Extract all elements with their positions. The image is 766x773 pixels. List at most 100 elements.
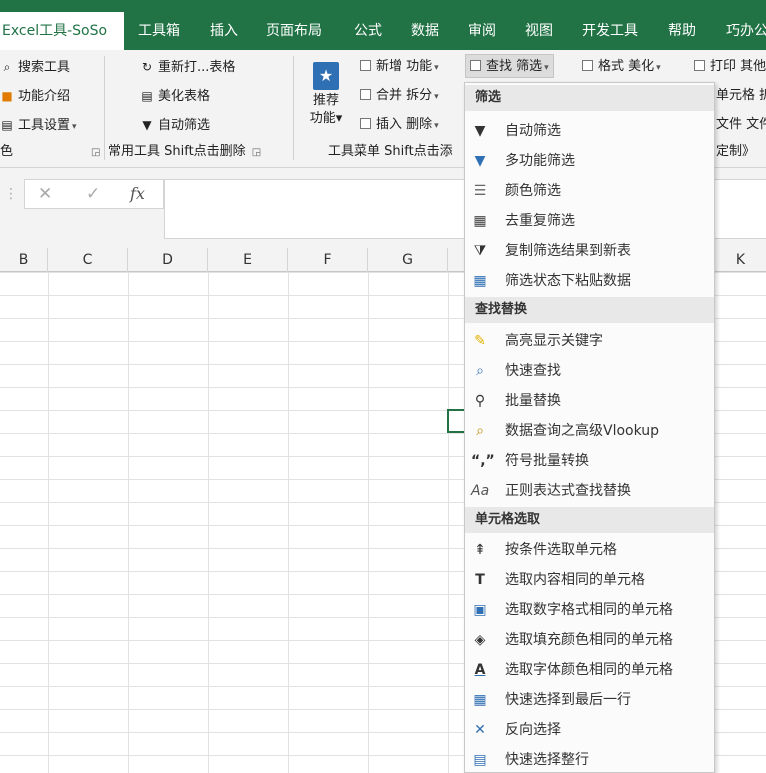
menu-item-highlight-keyword[interactable]: ✎ 高亮显示关键字: [465, 326, 714, 356]
divider: [104, 56, 105, 160]
column-header[interactable]: B: [0, 248, 48, 272]
refresh-icon: ↻: [141, 60, 153, 74]
paste-grid-icon: ▦: [473, 273, 487, 289]
quote-symbols-icon: “,”: [471, 453, 495, 469]
tab-view[interactable]: 视图: [525, 16, 553, 46]
menu-box-icon: [470, 60, 481, 71]
whole-row-icon: ▤: [473, 752, 487, 768]
same-content-icon: T: [475, 572, 485, 588]
menu-item-select-same-fill-color[interactable]: ◈ 选取填充颜色相同的单元格: [465, 625, 714, 655]
menu-item-batch-replace[interactable]: ⚲ 批量替换: [465, 386, 714, 416]
menu-box-icon: [582, 60, 593, 71]
menu-item-select-same-number-format[interactable]: ▣ 选取数字格式相同的单元格: [465, 595, 714, 625]
menu-item-auto-filter[interactable]: ▼ 自动筛选: [465, 116, 714, 146]
column-header[interactable]: K: [715, 248, 766, 272]
menu-box-icon: [360, 118, 371, 129]
tool-settings-button[interactable]: ▤ 工具设置 ▾: [0, 113, 77, 137]
menu-item-inverse-select[interactable]: ✕ 反向选择: [465, 715, 714, 745]
menu-box-icon: [360, 60, 371, 71]
regex-icon: Aa: [471, 483, 490, 499]
chevron-down-icon: ▾: [434, 92, 439, 102]
tab-review[interactable]: 审阅: [468, 16, 496, 46]
tab-developer[interactable]: 开发工具: [582, 16, 638, 46]
menu-item-regex-replace[interactable]: Aa 正则表达式查找替换: [465, 476, 714, 506]
column-header[interactable]: F: [288, 248, 368, 272]
menu-item-advanced-vlookup[interactable]: ⌕ 数据查询之高级Vlookup: [465, 416, 714, 446]
menu-item-select-to-last-row[interactable]: ▦ 快速选择到最后一行: [465, 685, 714, 715]
menu-item-select-whole-row[interactable]: ▤ 快速选择整行: [465, 745, 714, 773]
gridline: [208, 272, 209, 773]
settings-icon: ▤: [1, 118, 13, 132]
condition-select-icon: ⇞: [474, 542, 486, 558]
tab-toolbox[interactable]: 工具箱: [138, 16, 180, 46]
chevron-down-icon: ▾: [72, 122, 77, 132]
find-filter-menu-button[interactable]: 查找 筛选 ▾: [465, 54, 554, 78]
recommend-feature-button[interactable]: ★ 推荐 功能▾: [302, 58, 350, 138]
group2-label: 常用工具 Shift点击删除 ◲: [108, 142, 261, 162]
cell-split-menu-button[interactable]: 单元格 拆: [716, 84, 766, 108]
column-header[interactable]: G: [368, 248, 448, 272]
group1-label: 色 ◲: [0, 142, 100, 162]
chevron-down-icon: ▾: [656, 63, 661, 73]
tab-excel-soso[interactable]: Excel工具-SoSo: [0, 12, 124, 50]
menu-item-select-by-condition[interactable]: ⇞ 按条件选取单元格: [465, 535, 714, 565]
menu-item-multi-filter[interactable]: ▼ 多功能筛选: [465, 146, 714, 176]
chevron-down-icon: ▾: [544, 63, 549, 73]
format-beautify-menu-button[interactable]: 格式 美化 ▾: [582, 55, 661, 79]
tab-qiao-office[interactable]: 巧办公: [726, 16, 766, 46]
merge-split-button[interactable]: 合并 拆分 ▾: [360, 84, 439, 108]
dialog-launcher-icon[interactable]: ◲: [91, 143, 100, 163]
copy-filter-icon: ⧩: [473, 243, 487, 259]
menu-box-icon: [360, 89, 371, 100]
add-feature-button[interactable]: 新增 功能 ▾: [360, 55, 439, 79]
chevron-down-icon: ▾: [335, 111, 343, 126]
tab-formulas[interactable]: 公式: [354, 16, 382, 46]
menu-box-icon: [694, 60, 705, 71]
gridline: [368, 272, 369, 773]
resize-handle-icon[interactable]: ⋮: [4, 186, 18, 202]
insert-function-icon[interactable]: fx: [130, 184, 145, 203]
feature-intro-button[interactable]: ■ 功能介绍: [0, 84, 70, 108]
tab-page-layout[interactable]: 页面布局: [266, 16, 322, 46]
reopen-table-button[interactable]: ↻ 重新打...表格: [140, 55, 235, 79]
tab-help[interactable]: 帮助: [668, 16, 696, 46]
menu-item-symbol-convert[interactable]: “,” 符号批量转换: [465, 446, 714, 476]
tab-data[interactable]: 数据: [411, 16, 439, 46]
font-color-icon: A: [474, 662, 486, 678]
tab-insert[interactable]: 插入: [210, 16, 238, 46]
cancel-icon[interactable]: ✕: [38, 184, 52, 204]
dialog-launcher-icon[interactable]: ◲: [252, 143, 261, 163]
insert-delete-button[interactable]: 插入 删除 ▾: [360, 113, 439, 137]
print-other-menu-button[interactable]: 打印 其他: [694, 55, 766, 79]
multi-filter-icon: ▼: [474, 153, 486, 169]
dedupe-filter-icon: ▦: [473, 213, 487, 229]
menu-item-copy-filter-result[interactable]: ⧩ 复制筛选结果到新表: [465, 236, 714, 266]
menu-item-paste-filtered[interactable]: ▦ 筛选状态下粘贴数据: [465, 266, 714, 296]
menu-item-dedupe-filter[interactable]: ▦ 去重复筛选: [465, 206, 714, 236]
menu-item-select-same-content[interactable]: T 选取内容相同的单元格: [465, 565, 714, 595]
section-header-filter: 筛选: [465, 85, 714, 111]
inverse-select-icon: ✕: [474, 722, 486, 738]
customize-label[interactable]: 定制》: [716, 142, 755, 162]
column-header[interactable]: C: [48, 248, 128, 272]
find-filter-dropdown: 筛选 ▼ 自动筛选 ▼ 多功能筛选 ☰ 颜色筛选 ▦ 去重复筛选 ⧩ 复制筛选结果到新表 …: [464, 82, 715, 773]
column-header[interactable]: E: [208, 248, 288, 272]
highlighter-icon: ✎: [474, 333, 486, 349]
color-filter-icon: ☰: [473, 183, 487, 199]
search-tool-button[interactable]: ⌕ 搜索工具: [0, 55, 70, 79]
binoculars-icon: ⚲: [474, 393, 486, 409]
gridline: [448, 272, 449, 773]
file-menu-button[interactable]: 文件 文件: [716, 113, 766, 137]
fill-bucket-icon: ◈: [474, 632, 486, 648]
menu-item-select-same-font-color[interactable]: A 选取字体颜色相同的单元格: [465, 655, 714, 685]
star-icon: ★: [313, 62, 339, 90]
menu-item-quick-find[interactable]: ⌕ 快速查找: [465, 356, 714, 386]
auto-filter-button[interactable]: ▼ 自动筛选: [140, 113, 210, 137]
gridline: [48, 272, 49, 773]
menu-item-color-filter[interactable]: ☰ 颜色筛选: [465, 176, 714, 206]
confirm-icon[interactable]: ✓: [86, 184, 100, 204]
search-icon: ⌕: [3, 60, 11, 74]
column-header[interactable]: D: [128, 248, 208, 272]
last-row-icon: ▦: [473, 692, 487, 708]
beautify-table-button[interactable]: ▤ 美化表格: [140, 84, 210, 108]
